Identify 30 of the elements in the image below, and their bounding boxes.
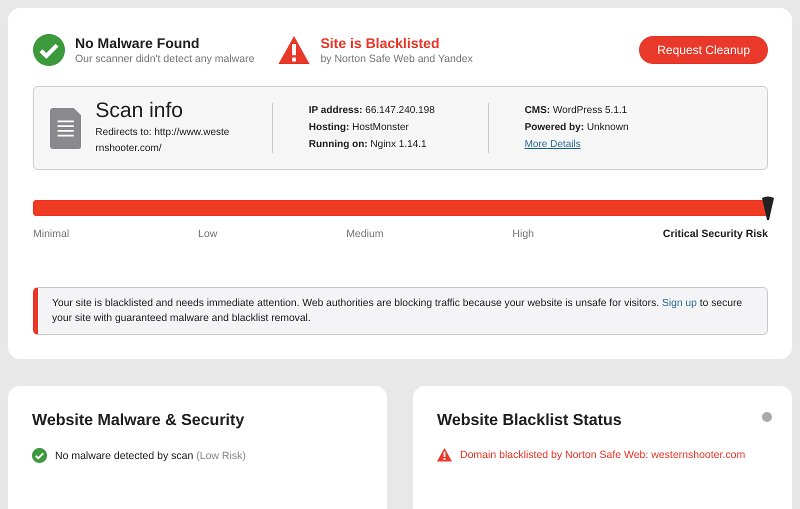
check-icon <box>32 448 47 463</box>
info-line: IP address: 66.147.240.198 <box>308 104 436 118</box>
info-line: Hosting: HostMonster <box>308 121 410 135</box>
pointer-icon <box>762 196 774 220</box>
risk-level-label: Medium <box>346 228 384 240</box>
status-subtitle: Our scanner didn't detect any malware <box>75 53 254 65</box>
scan-info-title: Scan info <box>95 99 184 123</box>
redirect-text: Redirects to: http://www.weste rnshooter.com/ <box>95 126 230 156</box>
status-title: Site is Blacklisted <box>320 35 440 51</box>
card-title: Website Malware & Security <box>32 412 244 430</box>
info-line: Powered by: Unknown <box>524 121 630 135</box>
risk-level-label: High <box>512 228 534 240</box>
document-icon <box>50 106 82 150</box>
status-title: No Malware Found <box>75 35 200 51</box>
status-item-text: Domain blacklisted by Norton Safe Web: westernshooter.com <box>460 448 746 461</box>
card-title: Website Blacklist Status <box>437 412 622 430</box>
sign-up-link[interactable]: Sign up <box>662 298 697 309</box>
warning-icon <box>437 448 452 462</box>
check-icon <box>33 34 65 66</box>
warning-icon <box>278 36 310 64</box>
info-line: Running on: Nginx 1.14.1 <box>308 138 428 152</box>
status-item-text: No malware detected by scan (Low Risk) <box>55 450 246 462</box>
blacklist-alert: Your site is blacklisted and needs immediate attention. Web authorities are blocking traffic because your website is unsafe for visitors. Sign up to secure your site with guaranteed malware and blacklist removal. <box>33 287 768 335</box>
info-line: CMS: WordPress 5.1.1 <box>524 104 628 118</box>
more-details-link[interactable]: More Details <box>524 137 715 153</box>
risk-level-label: Minimal <box>33 228 70 240</box>
request-cleanup-button[interactable]: Request Cleanup <box>639 36 768 64</box>
risk-level-label: Low <box>198 228 218 240</box>
status-subtitle: by Norton Safe Web and Yandex <box>320 53 473 65</box>
risk-level-label: Critical Security Risk <box>662 228 768 240</box>
